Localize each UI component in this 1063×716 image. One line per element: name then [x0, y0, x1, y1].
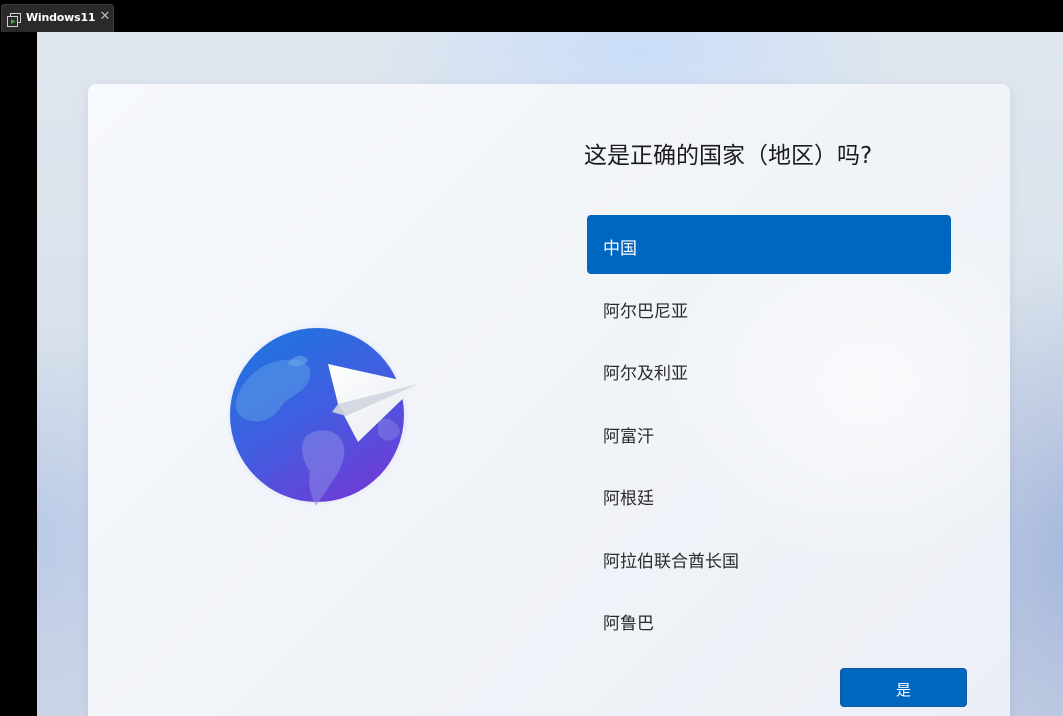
country-option-aruba[interactable]: 阿鲁巴	[587, 590, 951, 649]
country-option-label: 阿尔巴尼亚	[603, 301, 688, 322]
country-option-label: 阿尔及利亚	[603, 364, 688, 384]
country-option-label: 阿富汗	[603, 426, 654, 447]
yes-button-label: 是	[895, 681, 911, 699]
oobe-card: 这是正确的国家（地区）吗? 中国 阿尔巴尼亚 阿尔及利亚 阿富汗 阿根廷 阿拉伯…	[88, 84, 1010, 716]
country-option-label: 阿根廷	[603, 489, 654, 509]
country-option-uae[interactable]: 阿拉伯联合酋长国	[587, 528, 951, 587]
country-option-label: 中国	[603, 239, 637, 259]
vm-screen: 这是正确的国家（地区）吗? 中国 阿尔巴尼亚 阿尔及利亚 阿富汗 阿根廷 阿拉伯…	[37, 32, 1063, 716]
country-list[interactable]: 中国 阿尔巴尼亚 阿尔及利亚 阿富汗 阿根廷 阿拉伯联合酋长国 阿鲁巴	[587, 215, 951, 653]
country-option-algeria[interactable]: 阿尔及利亚	[587, 340, 951, 399]
vm-tab-windows11[interactable]: Windows11 ✕	[1, 4, 114, 32]
country-option-afghanistan[interactable]: 阿富汗	[587, 403, 951, 462]
host-tab-bar: Windows11 ✕	[0, 0, 1063, 32]
country-option-albania[interactable]: 阿尔巴尼亚	[587, 278, 951, 337]
country-option-argentina[interactable]: 阿根廷	[587, 465, 951, 524]
vm-window-icon	[7, 12, 21, 27]
yes-button[interactable]: 是	[840, 668, 967, 707]
globe-paper-plane-icon	[225, 323, 428, 514]
country-option-china[interactable]: 中国	[587, 215, 951, 274]
country-option-label: 阿拉伯联合酋长国	[603, 551, 739, 572]
page-title: 这是正确的国家（地区）吗?	[584, 143, 873, 169]
vm-tab-label: Windows11	[26, 11, 96, 24]
close-icon[interactable]: ✕	[98, 10, 112, 24]
country-option-label: 阿鲁巴	[603, 614, 654, 634]
